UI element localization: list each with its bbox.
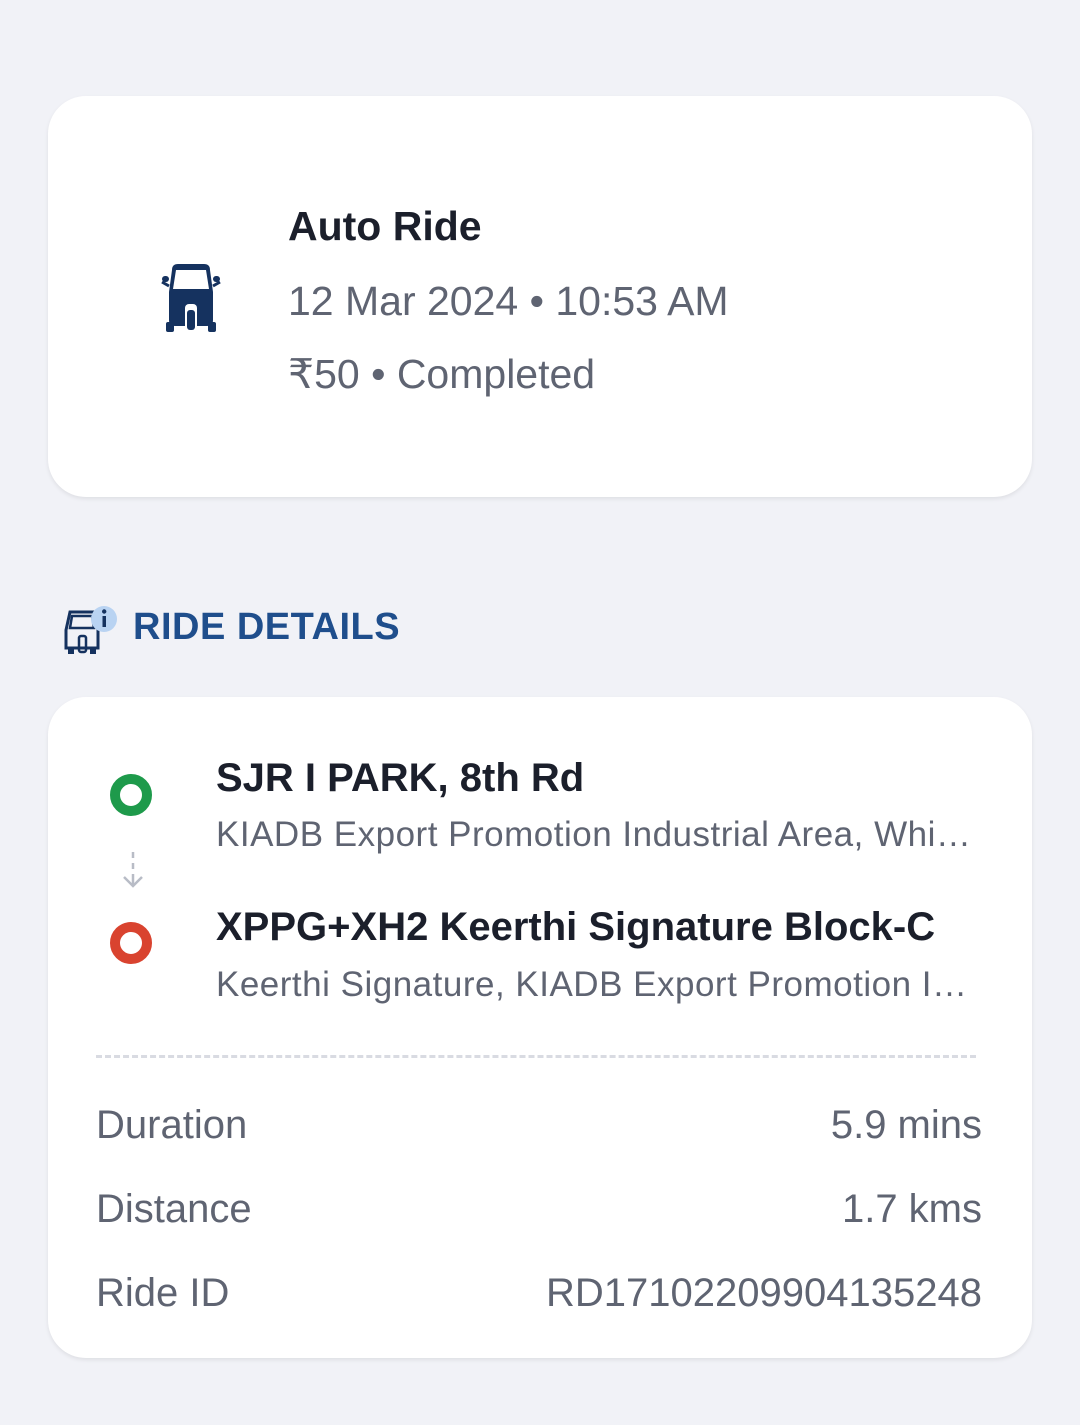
auto-rickshaw-icon [161,264,221,332]
dashed-divider [96,1055,976,1058]
route-arrow-down-icon [123,852,143,888]
drop-location-title: XPPG+XH2 Keerthi Signature Block-C [216,905,936,949]
ride-id-label: Ride ID [96,1271,230,1315]
drop-marker-icon [110,922,152,964]
ride-type-title: Auto Ride [288,203,482,249]
ride-id-row: Ride ID RD17102209904135248 [96,1271,982,1321]
ride-details-heading: RIDE DETAILS [133,606,401,648]
distance-label: Distance [96,1187,252,1231]
pickup-location-address: KIADB Export Promotion Industrial Area, … [216,815,976,854]
pickup-location-title: SJR I PARK, 8th Rd [216,756,585,800]
pickup-marker-icon [110,774,152,816]
duration-value: 5.9 mins [830,1103,982,1147]
distance-value: 1.7 kms [841,1187,982,1231]
distance-row: Distance 1.7 kms [96,1187,982,1237]
duration-label: Duration [96,1103,248,1147]
ride-id-value: RD17102209904135248 [546,1271,982,1315]
drop-location-address: Keerthi Signature, KIADB Export Promotio… [216,965,976,1004]
ride-info-icon [64,606,117,654]
duration-row: Duration 5.9 mins [96,1103,982,1153]
ride-datetime: 12 Mar 2024 • 10:53 AM [288,278,729,324]
ride-fare-status: ₹50 • Completed [288,351,596,397]
